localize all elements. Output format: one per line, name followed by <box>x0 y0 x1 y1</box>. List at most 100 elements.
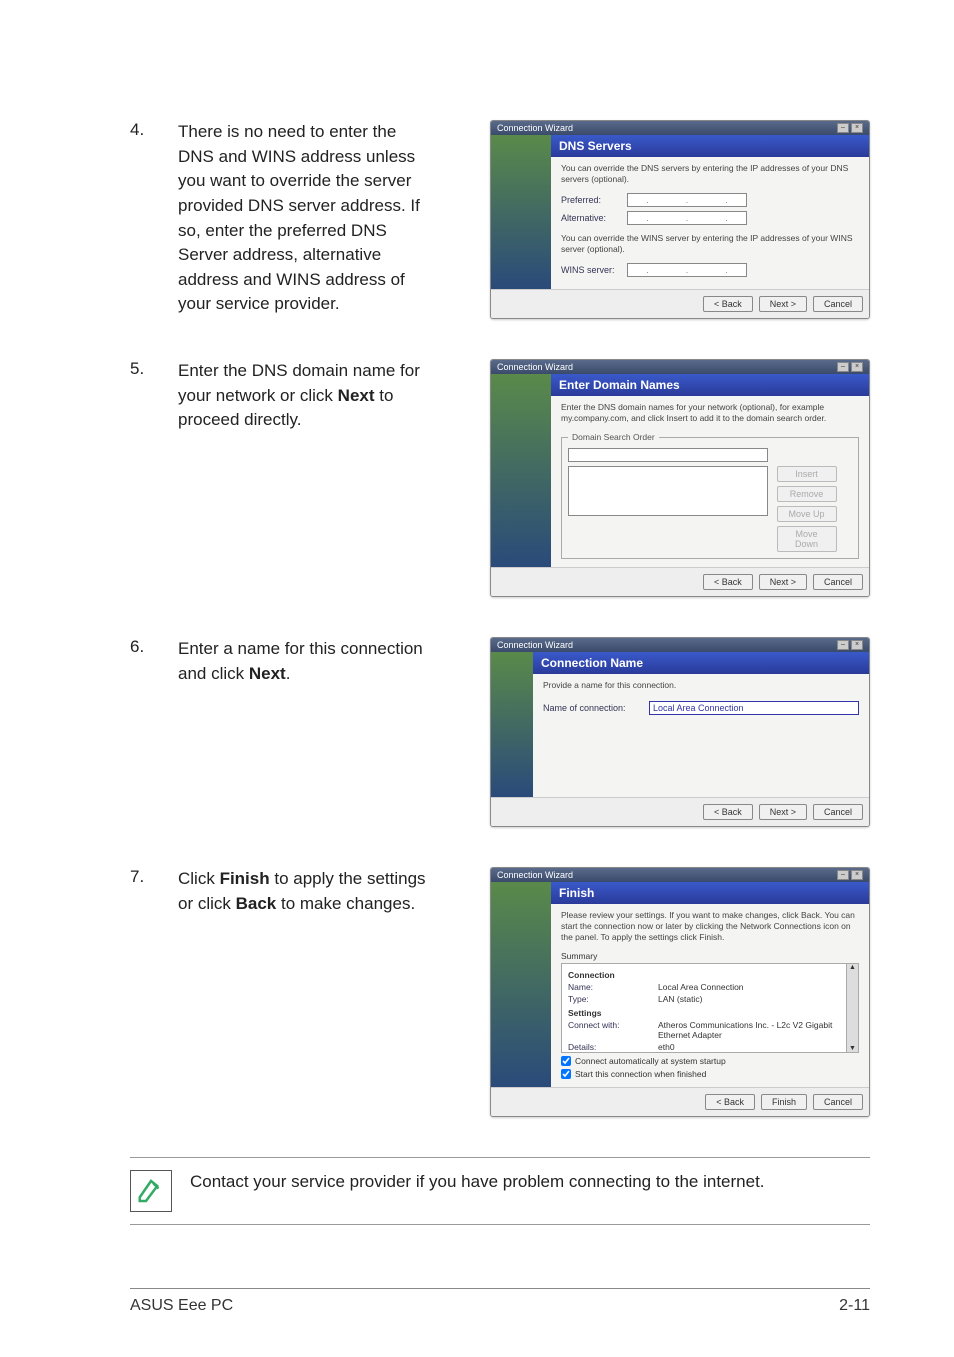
back-button[interactable]: < Back <box>703 296 753 312</box>
window-title: Connection Wizard <box>497 362 573 372</box>
details-v: eth0 <box>658 1042 675 1052</box>
step-number: 5. <box>130 359 178 379</box>
next-button[interactable]: Next > <box>759 296 807 312</box>
remove-button[interactable]: Remove <box>777 486 837 502</box>
type-v: LAN (static) <box>658 994 702 1004</box>
close-icon[interactable]: × <box>851 123 863 133</box>
step-6: 6. Enter a name for this connection and … <box>130 637 870 827</box>
back-button[interactable]: < Back <box>703 804 753 820</box>
wizard-side-image <box>491 882 551 1087</box>
window-title: Connection Wizard <box>497 123 573 133</box>
window-title: Connection Wizard <box>497 640 573 650</box>
cancel-button[interactable]: Cancel <box>813 574 863 590</box>
wins-input[interactable]: ... <box>627 263 747 277</box>
window-controls: – × <box>837 640 863 650</box>
name-v: Local Area Connection <box>658 982 744 992</box>
dialog-desc: Please review your settings. If you want… <box>561 910 859 943</box>
page-footer: ASUS Eee PC 2-11 <box>130 1288 870 1315</box>
type-k: Type: <box>568 994 648 1004</box>
screenshot-finish: Connection Wizard – × Finish Please revi… <box>490 867 870 1117</box>
dialog-header: DNS Servers <box>551 135 869 157</box>
wins-label: WINS server: <box>561 265 621 275</box>
close-icon[interactable]: × <box>851 640 863 650</box>
next-button[interactable]: Next > <box>759 574 807 590</box>
close-icon[interactable]: × <box>851 362 863 372</box>
window-controls: – × <box>837 870 863 880</box>
next-button[interactable]: Next > <box>759 804 807 820</box>
name-k: Name: <box>568 982 648 992</box>
wizard-side-image <box>491 374 551 567</box>
step-7: 7. Click Finish to apply the settings or… <box>130 867 870 1117</box>
wizard-side-image <box>491 652 533 797</box>
moveup-button[interactable]: Move Up <box>777 506 837 522</box>
dialog-finish: Connection Wizard – × Finish Please revi… <box>490 867 870 1117</box>
step-text: Click Finish to apply the settings or cl… <box>178 867 446 916</box>
preferred-label: Preferred: <box>561 195 621 205</box>
dialog-header: Finish <box>551 882 869 904</box>
screenshot-connname: Connection Wizard – × Connection Name Pr… <box>490 637 870 827</box>
step-number: 4. <box>130 120 178 140</box>
step-5-bold: Next <box>338 386 375 405</box>
dialog-domain: Connection Wizard – × Enter Domain Names… <box>490 359 870 597</box>
footer-right: 2-11 <box>839 1297 870 1315</box>
insert-button[interactable]: Insert <box>777 466 837 482</box>
dialog-titlebar: Connection Wizard – × <box>491 868 869 882</box>
minimize-icon[interactable]: – <box>837 123 849 133</box>
chk-startnow[interactable] <box>561 1069 571 1079</box>
dialog-titlebar: Connection Wizard – × <box>491 121 869 135</box>
window-title: Connection Wizard <box>497 870 573 880</box>
connname-input[interactable] <box>649 701 859 715</box>
dialog-dns: Connection Wizard – × DNS Servers You ca… <box>490 120 870 319</box>
back-button[interactable]: < Back <box>705 1094 755 1110</box>
page-content: 4. There is no need to enter the DNS and… <box>130 120 870 1225</box>
settings-heading: Settings <box>568 1008 852 1018</box>
step-text: Enter the DNS domain name for your netwo… <box>178 359 446 433</box>
step-6-bold: Next <box>249 664 286 683</box>
back-button[interactable]: < Back <box>703 574 753 590</box>
note-text: Contact your service provider if you hav… <box>190 1170 870 1195</box>
step-7-bold2: Back <box>236 894 277 913</box>
step-7-text-c: to make changes. <box>276 894 415 913</box>
chk-autostart[interactable] <box>561 1056 571 1066</box>
dialog-desc2: You can override the WINS server by ente… <box>561 233 859 255</box>
dialog-titlebar: Connection Wizard – × <box>491 360 869 374</box>
step-6-text-b: . <box>286 664 291 683</box>
domain-listbox[interactable] <box>568 466 768 516</box>
step-6-text-a: Enter a name for this connection and cli… <box>178 639 423 683</box>
scrollbar[interactable] <box>846 964 858 1052</box>
movedown-button[interactable]: Move Down <box>777 526 837 552</box>
step-5: 5. Enter the DNS domain name for your ne… <box>130 359 870 597</box>
dialog-desc: You can override the DNS servers by ente… <box>561 163 859 185</box>
step-4: 4. There is no need to enter the DNS and… <box>130 120 870 319</box>
note-icon <box>130 1170 172 1212</box>
connectwith-v: Atheros Communications Inc. - L2c V2 Gig… <box>658 1020 838 1040</box>
finish-button[interactable]: Finish <box>761 1094 807 1110</box>
minimize-icon[interactable]: – <box>837 362 849 372</box>
step-7-bold1: Finish <box>220 869 270 888</box>
summary-label: Summary <box>561 951 859 961</box>
preferred-input[interactable]: ... <box>627 193 747 207</box>
alternative-input[interactable]: ... <box>627 211 747 225</box>
step-number: 7. <box>130 867 178 887</box>
minimize-icon[interactable]: – <box>837 870 849 880</box>
step-7-text-a: Click <box>178 869 220 888</box>
cancel-button[interactable]: Cancel <box>813 804 863 820</box>
close-icon[interactable]: × <box>851 870 863 880</box>
domain-input[interactable] <box>568 448 768 462</box>
details-k: Details: <box>568 1042 648 1052</box>
dialog-connname: Connection Wizard – × Connection Name Pr… <box>490 637 870 827</box>
note-block: Contact your service provider if you hav… <box>130 1157 870 1225</box>
window-controls: – × <box>837 123 863 133</box>
connectwith-k: Connect with: <box>568 1020 648 1040</box>
cancel-button[interactable]: Cancel <box>813 296 863 312</box>
step-text: There is no need to enter the DNS and WI… <box>178 120 446 317</box>
alternative-label: Alternative: <box>561 213 621 223</box>
cancel-button[interactable]: Cancel <box>813 1094 863 1110</box>
dialog-titlebar: Connection Wizard – × <box>491 638 869 652</box>
dialog-desc: Enter the DNS domain names for your netw… <box>561 402 859 424</box>
minimize-icon[interactable]: – <box>837 640 849 650</box>
screenshot-dns: Connection Wizard – × DNS Servers You ca… <box>490 120 870 319</box>
dialog-header: Enter Domain Names <box>551 374 869 396</box>
step-text: Enter a name for this connection and cli… <box>178 637 446 686</box>
screenshot-domain: Connection Wizard – × Enter Domain Names… <box>490 359 870 597</box>
